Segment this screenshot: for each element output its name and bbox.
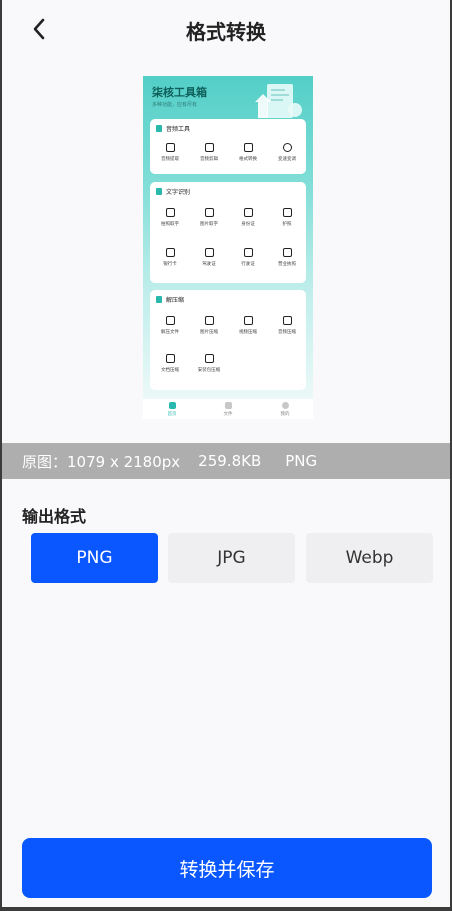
preview-item-label: 护照	[282, 222, 292, 227]
preview-item-label: 安装包压缩	[197, 368, 221, 373]
preview-item: 身份证	[229, 208, 267, 227]
preview-item-label: 驾驶证	[202, 262, 216, 267]
preview-item: 图片取字	[190, 208, 228, 227]
title-bar: 格式转换	[2, 0, 450, 58]
preview-card-title: 文字识别	[166, 189, 191, 196]
preview-item-label: 解压文件	[161, 330, 179, 335]
toolbox-illustration-icon	[255, 84, 302, 118]
preview-app-title: 柒核工具箱	[152, 86, 207, 99]
preview-item: 视频压缩	[229, 316, 267, 335]
license-icon	[204, 248, 214, 257]
output-format-label: 输出格式	[22, 507, 87, 526]
preview-item-label: 图片取字	[200, 222, 218, 227]
preview-item: 变速变调	[268, 143, 306, 162]
gauge-icon	[282, 143, 292, 152]
preview-item: 音频压缩	[268, 316, 306, 335]
preview-card-title: 音频工具	[166, 126, 191, 133]
preview-card-title: 解压缩	[166, 297, 185, 304]
source-format: PNG	[285, 452, 318, 470]
android-icon	[204, 354, 214, 363]
preview-item: 银行卡	[151, 248, 189, 267]
preview-item-label: 营业执照	[278, 262, 296, 267]
preview-app-subtitle: 多种功能，应有尽有	[152, 102, 198, 108]
bank-card-icon	[165, 248, 175, 257]
id-card-icon	[243, 208, 253, 217]
image-icon	[204, 208, 214, 217]
preview-item: 格式转换	[229, 143, 267, 162]
preview-item: 行驶证	[229, 248, 267, 267]
image-compress-icon	[204, 316, 214, 325]
file-icon	[224, 402, 232, 409]
preview-item: 图片压缩	[190, 316, 228, 335]
preview-item-label: 音频压缩	[278, 330, 296, 335]
user-icon	[281, 402, 289, 409]
preview-item-label: 银行卡	[163, 262, 177, 267]
preview-item: 拍照取字	[151, 208, 189, 227]
zip-file-icon	[165, 316, 175, 325]
preview-item-label: 变速变调	[278, 157, 296, 162]
car-icon	[243, 248, 253, 257]
music-compress-icon	[282, 316, 292, 325]
preview-item-label: 行驶证	[241, 262, 255, 267]
preview-tab-bar: 首页 文件 我的	[143, 399, 313, 419]
preview-tab-profile: 我的	[270, 402, 300, 417]
format-webp-button[interactable]: Webp	[306, 533, 433, 583]
waveform-icon	[243, 143, 253, 152]
preview-item-label: 文档压缩	[161, 368, 179, 373]
archive-icon	[156, 296, 162, 303]
preview-item: 安装包压缩	[190, 354, 228, 373]
preview-tab-home: 首页	[157, 402, 187, 417]
screen: 格式转换 柒核工具箱 多种功能，应有尽有 音频工具 音频提取 音频剪辑 格式转换…	[2, 0, 450, 907]
music-note-icon	[165, 143, 175, 152]
image-preview: 柒核工具箱 多种功能，应有尽有 音频工具 音频提取 音频剪辑 格式转换 变速变调…	[143, 76, 313, 419]
preview-item: 音频剪辑	[190, 143, 228, 162]
preview-item-label: 拍照取字	[161, 222, 179, 227]
preview-item: 营业执照	[268, 248, 306, 267]
home-icon	[168, 402, 176, 409]
camera-icon	[165, 208, 175, 217]
business-license-icon	[282, 248, 292, 257]
preview-tab-files: 文件	[213, 402, 243, 417]
wrench-icon	[156, 125, 162, 132]
preview-item: 解压文件	[151, 316, 189, 335]
preview-card-audio: 音频工具 音频提取 音频剪辑 格式转换 变速变调	[150, 119, 306, 174]
preview-item: 文档压缩	[151, 354, 189, 373]
preview-item-label: 格式转换	[239, 157, 257, 162]
convert-and-save-button[interactable]: 转换并保存	[22, 838, 432, 898]
preview-item-label: 身份证	[241, 222, 255, 227]
preview-card-compress: 解压缩 解压文件 图片压缩 视频压缩 音频压缩 文档压缩 安装包压缩	[150, 290, 306, 390]
preview-tab-label: 首页	[167, 412, 177, 417]
preview-item-label: 音频剪辑	[200, 157, 218, 162]
preview-item: 护照	[268, 208, 306, 227]
preview-item: 驾驶证	[190, 248, 228, 267]
preview-tab-label: 我的	[280, 412, 290, 417]
image-info-bar: 原图：1079 x 2180px 259.8KB PNG	[2, 443, 450, 479]
video-compress-icon	[243, 316, 253, 325]
file-size: 259.8KB	[198, 452, 262, 470]
document-icon	[156, 188, 162, 195]
scissors-icon	[204, 143, 214, 152]
preview-item-label: 视频压缩	[239, 330, 257, 335]
preview-item: 音频提取	[151, 143, 189, 162]
original-dimensions: 原图：1079 x 2180px	[22, 452, 181, 471]
doc-compress-icon	[165, 354, 175, 363]
preview-item-label: 音频提取	[161, 157, 179, 162]
preview-item-label: 图片压缩	[200, 330, 218, 335]
preview-card-ocr: 文字识别 拍照取字 图片取字 身份证 护照 银行卡 驾驶证 行驶证 营业执照	[150, 182, 306, 283]
passport-icon	[282, 208, 292, 217]
preview-tab-label: 文件	[223, 412, 233, 417]
format-jpg-button[interactable]: JPG	[168, 533, 295, 583]
format-png-button[interactable]: PNG	[31, 533, 158, 583]
page-title: 格式转换	[186, 20, 266, 44]
